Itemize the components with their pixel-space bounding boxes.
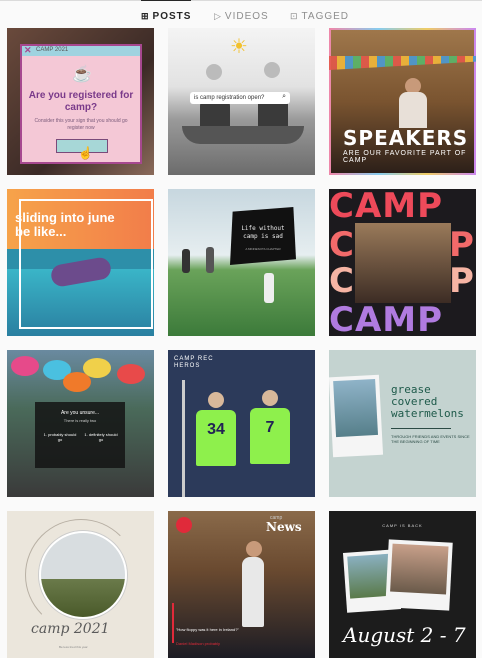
speaker-head — [246, 541, 262, 557]
post-tile[interactable]: CAMP C C P P CAMP — [329, 189, 476, 336]
event-dates: August 2 - 7 — [343, 623, 466, 647]
post-tile[interactable]: CAMP IS BACK August 2 - 7 — [329, 511, 476, 658]
jersey-34: 34 — [196, 410, 236, 466]
post-tile[interactable]: camp News "How floppy was it here in Ire… — [168, 511, 315, 658]
red-accent-line — [172, 603, 174, 643]
person-figure — [264, 273, 274, 303]
torn-paper-box: Life without camp is sad A MINNESOTA CHA… — [230, 207, 296, 265]
post-subtitle: THROUGH FRIENDS AND EVENTS SINCE THE BEG… — [391, 434, 470, 444]
camp-letter-right-2: P — [449, 261, 475, 301]
hand-cursor-icon: ☝ — [78, 146, 93, 160]
post-subtitle: A MINNESOTA CHAPTER — [245, 247, 281, 251]
post-tile[interactable]: Life without camp is sad A MINNESOTA CHA… — [168, 189, 315, 336]
video-icon: ▷ — [214, 10, 222, 21]
window-title: CAMP 2021 — [36, 47, 69, 53]
wig — [63, 372, 91, 392]
post-title: CAMP REC HEROS — [174, 356, 214, 369]
post-tile[interactable]: Are you unsure... There is really two 1.… — [7, 350, 154, 497]
accent-stripe — [182, 380, 185, 497]
tab-tagged-label: TAGGED — [301, 10, 350, 22]
posts-grid: ✕ CAMP 2021 ☕ Are you registered for cam… — [7, 28, 476, 658]
quote-text: "How floppy was it here in Ireland?" — [176, 627, 239, 632]
post-title: grease covered watermelons — [391, 383, 464, 420]
circle-photo — [39, 531, 127, 619]
post-tile[interactable]: grease covered watermelons THROUGH FRIEN… — [329, 350, 476, 497]
record-dot-icon — [176, 517, 192, 533]
retro-window-graphic: ✕ CAMP 2021 ☕ Are you registered for cam… — [20, 44, 142, 164]
polaroid-photo — [385, 539, 453, 611]
post-title: sliding into june be like... — [15, 210, 115, 239]
tab-tagged[interactable]: ⊡ TAGGED — [290, 7, 349, 25]
camp-letter-left-2: C — [329, 261, 355, 301]
tab-videos-label: VIDEOS — [224, 10, 269, 22]
camp-word-bottom: CAMP — [329, 300, 444, 336]
person-head — [208, 392, 224, 408]
post-title: Life without camp is sad — [241, 225, 285, 240]
option-left: 1. probably should go — [43, 432, 77, 442]
post-title: SPEAKERS — [343, 126, 469, 150]
close-icon: ✕ — [24, 45, 32, 55]
coffee-cup-icon: ☕ — [72, 66, 92, 83]
person-head — [206, 64, 222, 80]
post-subtitle: Be less tired this year — [59, 645, 88, 649]
person-figure — [206, 247, 214, 273]
wig — [11, 356, 39, 376]
post-tile[interactable]: ☀ is camp registration open? ⌕ — [168, 28, 315, 175]
person-figure — [182, 249, 190, 273]
post-header: CAMP IS BACK — [382, 523, 423, 528]
post-subtitle: There is really two — [63, 418, 97, 423]
overlay-box: Are you unsure... There is really two 1.… — [35, 402, 125, 468]
brand-title: News — [266, 520, 302, 534]
search-bar-text: is camp registration open? — [194, 95, 265, 101]
search-bar-graphic: is camp registration open? ⌕ — [190, 92, 290, 104]
person-head — [264, 62, 280, 78]
post-question: Are you registered for camp? — [28, 90, 134, 113]
window-titlebar: ✕ CAMP 2021 — [22, 45, 140, 56]
tab-posts-label: POSTS — [152, 10, 192, 22]
stage-photo — [355, 223, 451, 303]
post-subtitle: ARE OUR FAVORITE PART OF CAMP — [343, 150, 467, 164]
quote-attribution: Daniel Madison probably — [176, 641, 221, 646]
profile-tabs: ⊞ POSTS ▷ VIDEOS ⊡ TAGGED — [0, 0, 482, 27]
canoe-shape — [182, 126, 304, 144]
camp-word-top: CAMP — [329, 189, 444, 226]
option-right: 1. definitely should go — [84, 432, 118, 442]
post-title: Are you unsure... — [60, 410, 100, 416]
post-subtext: Consider this your sign that you should … — [34, 118, 128, 131]
jersey-7: 7 — [250, 408, 290, 464]
search-icon: ⌕ — [282, 93, 286, 100]
post-title: camp 2021 — [31, 621, 110, 637]
tag-icon: ⊡ — [290, 10, 299, 21]
tab-videos[interactable]: ▷ VIDEOS — [214, 7, 269, 25]
tab-posts[interactable]: ⊞ POSTS — [141, 0, 192, 25]
speaker-figure — [399, 92, 427, 128]
camp-letter-left-1: C — [329, 225, 355, 265]
person-head — [262, 390, 278, 406]
camp-letter-right-1: P — [449, 225, 475, 265]
divider — [391, 428, 451, 429]
post-tile[interactable]: SPEAKERS ARE OUR FAVORITE PART OF CAMP — [329, 28, 476, 175]
grid-icon: ⊞ — [141, 10, 150, 21]
sun-icon: ☀ — [230, 36, 248, 58]
polaroid-photo — [329, 374, 384, 458]
wig — [117, 364, 145, 384]
post-tile[interactable]: camp 2021 Be less tired this year — [7, 511, 154, 658]
post-tile[interactable]: sliding into june be like... — [7, 189, 154, 336]
post-tile[interactable]: CAMP REC HEROS 34 7 — [168, 350, 315, 497]
speaker-figure — [242, 557, 264, 627]
post-tile[interactable]: ✕ CAMP 2021 ☕ Are you registered for cam… — [7, 28, 154, 175]
